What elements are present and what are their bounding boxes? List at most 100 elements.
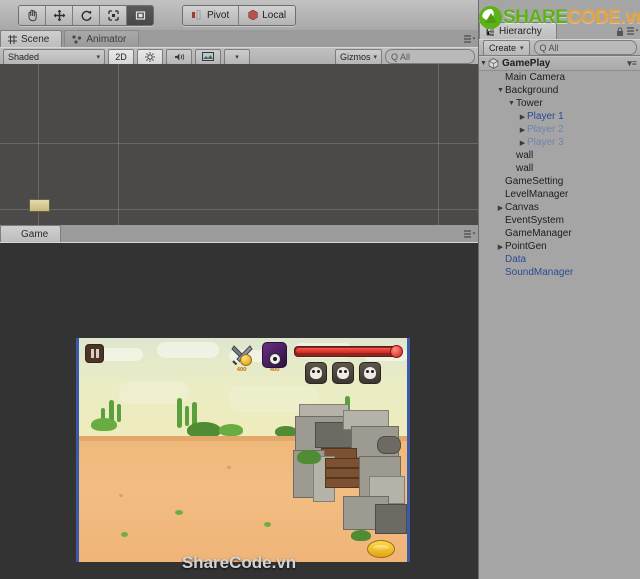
scene-tab-row: Scene Animator: [0, 30, 478, 47]
lighting-toggle-button[interactable]: [137, 48, 163, 65]
hierarchy-item[interactable]: ▶ Canvas: [479, 201, 640, 214]
transform-tools-group: [18, 4, 154, 26]
panel-menu-icon: [464, 35, 475, 43]
hierarchy-item[interactable]: GameManager: [479, 227, 640, 240]
grid-line: [118, 64, 119, 225]
hierarchy-item[interactable]: ▶ PointGen: [479, 240, 640, 253]
hand-tool-button[interactable]: [19, 5, 46, 25]
bush: [297, 450, 321, 464]
audio-toggle-button[interactable]: [166, 48, 192, 65]
toggle-2d-button[interactable]: 2D: [108, 48, 134, 65]
rect-tool-button[interactable]: [127, 5, 153, 25]
stone-fort: [291, 400, 407, 562]
triangle-collapsed-icon[interactable]: ▶: [496, 204, 505, 212]
tab-hierarchy[interactable]: Hierarchy: [479, 22, 557, 39]
pivot-mode-group: Pivot Local: [182, 4, 297, 26]
life-skull-icon[interactable]: [305, 362, 327, 384]
pebble: [119, 494, 123, 497]
pivot-button[interactable]: Pivot: [183, 5, 240, 25]
create-label: Create: [489, 42, 517, 53]
triangle-expanded-icon[interactable]: ▼: [479, 60, 488, 67]
hierarchy-item-label: SoundManager: [505, 267, 574, 278]
hud-sword-item[interactable]: 400: [229, 342, 254, 373]
scene-viewport[interactable]: [0, 64, 478, 225]
hierarchy-item[interactable]: ▶ Player 3: [479, 136, 640, 149]
cactus: [185, 406, 189, 426]
bush: [351, 530, 371, 541]
scene-grid-icon: [8, 34, 17, 44]
hierarchy-item[interactable]: LevelManager: [479, 188, 640, 201]
triangle-collapsed-icon[interactable]: ▶: [518, 126, 527, 134]
skull-face: [337, 367, 349, 379]
tab-animator[interactable]: Animator: [64, 30, 140, 47]
hierarchy-item[interactable]: SoundManager: [479, 266, 640, 279]
scale-tool-button[interactable]: [100, 5, 127, 25]
shading-mode-dropdown[interactable]: Shaded ▾: [3, 48, 105, 65]
small-bush: [175, 510, 183, 515]
hierarchy-item[interactable]: ▶ Player 1: [479, 110, 640, 123]
hierarchy-item[interactable]: ▶ Player 2: [479, 123, 640, 136]
move-tool-button[interactable]: [46, 5, 73, 25]
hierarchy-item[interactable]: Main Camera: [479, 71, 640, 84]
health-bar-knob: [390, 345, 403, 358]
hierarchy-item[interactable]: wall: [479, 162, 640, 175]
hierarchy-tab-options[interactable]: [616, 27, 638, 36]
hierarchy-search-placeholder: Q All: [539, 42, 559, 53]
tab-scene[interactable]: Scene: [0, 30, 63, 47]
scene-root-label: GamePlay: [502, 58, 551, 69]
hierarchy-item[interactable]: ▼ Tower: [479, 97, 640, 110]
effects-dropdown[interactable]: ▾: [224, 48, 250, 65]
unity-editor-window: Pivot Local SHARE CODE.vn Scene Animator…: [0, 0, 640, 579]
scene-search-input[interactable]: Q All: [385, 49, 475, 64]
hierarchy-tree[interactable]: ▼ GamePlay ▾≡ Main Camera ▼ Background ▼ Tow…: [479, 56, 640, 579]
health-bar: [294, 345, 403, 358]
sword-count: 400: [236, 367, 247, 373]
effects-toggle-button[interactable]: [195, 48, 221, 65]
lives-row: [305, 362, 381, 384]
lock-icon: [617, 27, 623, 36]
triangle-collapsed-icon[interactable]: ▶: [496, 243, 505, 251]
life-skull-icon[interactable]: [359, 362, 381, 384]
pebble: [227, 466, 231, 469]
scene-gizmos-button[interactable]: Gizmos ▾: [334, 48, 382, 65]
hierarchy-item[interactable]: GameSetting: [479, 175, 640, 188]
hierarchy-item[interactable]: ▼ Background: [479, 84, 640, 97]
hierarchy-item-label: GameManager: [505, 228, 572, 239]
create-button[interactable]: Create ▾: [483, 39, 530, 56]
small-bush: [121, 532, 128, 537]
hierarchy-item-label: Main Camera: [505, 72, 566, 83]
animator-icon: [72, 34, 82, 44]
hierarchy-toolbar: Create ▾ Q All: [479, 39, 640, 56]
triangle-collapsed-icon[interactable]: ▶: [518, 113, 527, 121]
hierarchy-panel: Hierarchy Create ▾ Q All ▼ GamePlay ▾≡ M…: [478, 0, 640, 579]
shield-count: 400: [269, 367, 280, 373]
life-skull-icon[interactable]: [332, 362, 354, 384]
triangle-collapsed-icon[interactable]: ▶: [518, 139, 527, 147]
game-tab-options[interactable]: [464, 230, 475, 239]
hierarchy-search-input[interactable]: Q All: [533, 40, 637, 55]
cloud: [157, 342, 219, 358]
speaker-icon: [174, 53, 184, 61]
rotate-tool-button[interactable]: [73, 5, 100, 25]
scene-gizmos-label: Gizmos: [339, 51, 371, 62]
game-viewport[interactable]: 400 400 ShareCode.vn Copyrig: [0, 243, 478, 579]
scene-row-menu-icon[interactable]: ▾≡: [627, 58, 637, 69]
game-controller-icon: [8, 229, 13, 239]
grid-line: [0, 209, 478, 210]
local-button[interactable]: Local: [239, 5, 296, 25]
panel-menu-icon: [464, 230, 475, 238]
scene-sprite-object[interactable]: [29, 199, 50, 212]
hud-shield-item[interactable]: 400: [262, 341, 287, 373]
hierarchy-item[interactable]: wall: [479, 149, 640, 162]
triangle-expanded-icon[interactable]: ▼: [507, 100, 516, 107]
hierarchy-scene-root[interactable]: ▼ GamePlay ▾≡: [479, 56, 640, 71]
grid-line: [438, 64, 439, 225]
scene-tab-options[interactable]: [464, 35, 475, 44]
hud-pause-button[interactable]: [85, 344, 104, 363]
tab-game[interactable]: Game: [0, 225, 62, 242]
triangle-expanded-icon[interactable]: ▼: [496, 87, 505, 94]
hierarchy-item[interactable]: Data: [479, 253, 640, 266]
hierarchy-tab-row: Hierarchy: [479, 22, 640, 39]
hierarchy-item[interactable]: EventSystem: [479, 214, 640, 227]
unity-scene-icon: [488, 58, 499, 69]
